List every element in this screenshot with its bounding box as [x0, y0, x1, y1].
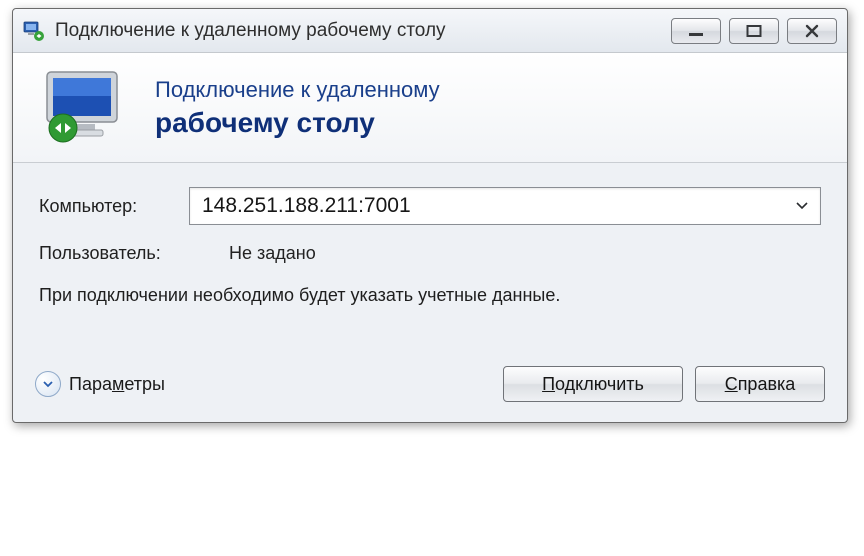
header-title-line2: рабочему столу — [155, 107, 440, 139]
maximize-button[interactable] — [729, 18, 779, 44]
window-controls — [671, 18, 837, 44]
maximize-icon — [745, 24, 763, 38]
help-button-label: Справка — [725, 374, 796, 395]
dropdown-arrow-icon[interactable] — [794, 202, 810, 210]
connect-button[interactable]: Подключить — [503, 366, 683, 402]
user-row: Пользователь: Не задано — [39, 243, 821, 264]
user-value: Не задано — [229, 243, 316, 264]
options-label: Параметры — [69, 374, 165, 395]
window-title: Подключение к удаленному рабочему столу — [55, 20, 671, 42]
close-icon — [803, 24, 821, 38]
minimize-button[interactable] — [671, 18, 721, 44]
rdp-window: Подключение к удаленному рабочему столу — [12, 8, 848, 423]
header-title-line1: Подключение к удаленному — [155, 77, 440, 103]
credentials-note: При подключении необходимо будет указать… — [39, 282, 821, 308]
connect-button-label: Подключить — [542, 374, 644, 395]
options-toggle[interactable]: Параметры — [35, 371, 165, 397]
footer: Параметры Подключить Справка — [13, 356, 847, 422]
app-icon — [23, 20, 45, 42]
close-button[interactable] — [787, 18, 837, 44]
rdp-large-icon — [41, 68, 133, 148]
header-text: Подключение к удаленному рабочему столу — [155, 77, 440, 139]
computer-row: Компьютер: — [39, 187, 821, 225]
header-banner: Подключение к удаленному рабочему столу — [13, 53, 847, 163]
help-button[interactable]: Справка — [695, 366, 825, 402]
minimize-icon — [687, 24, 705, 38]
chevron-down-icon — [35, 371, 61, 397]
user-label: Пользователь: — [39, 243, 229, 264]
computer-input[interactable] — [200, 193, 794, 219]
computer-label: Компьютер: — [39, 196, 189, 217]
form-body: Компьютер: Пользователь: Не задано При п… — [13, 163, 847, 356]
computer-combobox[interactable] — [189, 187, 821, 225]
titlebar: Подключение к удаленному рабочему столу — [13, 9, 847, 53]
